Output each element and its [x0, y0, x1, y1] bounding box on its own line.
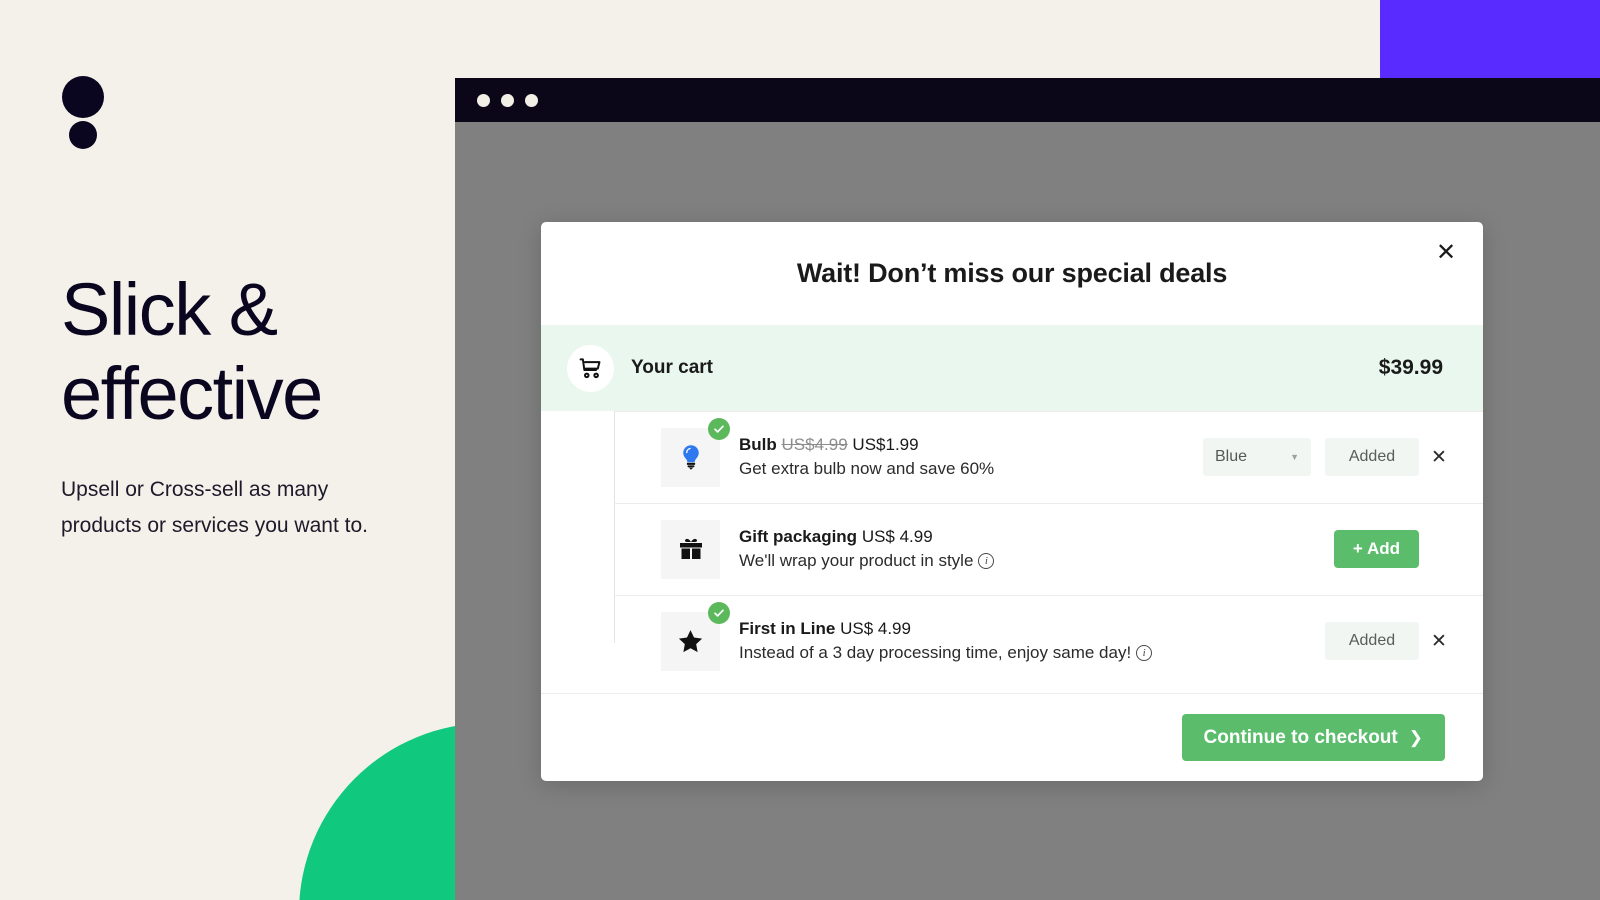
- offer-description: We'll wrap your product in style: [739, 551, 974, 570]
- row-divider: [614, 411, 1483, 412]
- page-title: Slick & effective: [61, 268, 323, 435]
- offer-description: Instead of a 3 day processing time, enjo…: [739, 643, 1132, 662]
- added-button[interactable]: Added: [1325, 622, 1419, 660]
- list-item: Gift packaging US$ 4.99 We'll wrap your …: [541, 503, 1483, 595]
- chevron-right-icon: ❯: [1408, 727, 1423, 747]
- shopping-cart-icon: [567, 344, 614, 392]
- offer-actions: + Add: [1333, 530, 1459, 568]
- variant-select[interactable]: Blue ▼: [1203, 438, 1311, 476]
- offer-details: Bulb US$4.99 US$1.99 Get extra bulb now …: [739, 433, 1203, 481]
- continue-to-checkout-button[interactable]: Continue to checkout ❯: [1181, 714, 1445, 761]
- window-minimize-icon[interactable]: [501, 93, 514, 107]
- gift-icon: [661, 519, 720, 579]
- variant-select-value: Blue: [1215, 448, 1248, 465]
- offer-old-price: US$4.99: [781, 435, 848, 454]
- upsell-modal: Wait! Don’t miss our special deals ✕ You…: [541, 222, 1483, 781]
- window-close-icon[interactable]: [477, 93, 490, 107]
- row-divider: [614, 503, 1483, 504]
- offer-actions: Blue ▼ Added ✕: [1203, 438, 1459, 476]
- decorative-purple-block: [1380, 0, 1600, 78]
- row-divider: [614, 595, 1483, 596]
- offer-details: First in Line US$ 4.99 Instead of a 3 da…: [739, 617, 1325, 665]
- window-maximize-icon[interactable]: [525, 93, 538, 107]
- offer-title-line: First in Line US$ 4.99: [739, 617, 1325, 641]
- offer-price: US$ 4.99: [840, 619, 911, 638]
- offer-description-line: Instead of a 3 day processing time, enjo…: [739, 641, 1325, 665]
- page-subcopy: Upsell or Cross-sell as many products or…: [61, 478, 368, 537]
- close-icon[interactable]: ✕: [1429, 236, 1463, 270]
- offer-description: Get extra bulb now and save 60%: [739, 459, 995, 478]
- brand-logo: [62, 76, 104, 149]
- list-item: First in Line US$ 4.99 Instead of a 3 da…: [541, 595, 1483, 687]
- offer-title-line: Bulb US$4.99 US$1.99: [739, 433, 1203, 457]
- logo-dot-large-icon: [62, 76, 104, 118]
- offer-thumbnail: [661, 519, 720, 579]
- offer-description-line: We'll wrap your product in style i: [739, 549, 1334, 573]
- offer-name: Bulb: [739, 435, 777, 454]
- browser-window: Wait! Don’t miss our special deals ✕ You…: [455, 78, 1600, 900]
- offer-description-line: Get extra bulb now and save 60%: [739, 457, 1203, 481]
- add-button[interactable]: + Add: [1333, 530, 1419, 568]
- chevron-down-icon: ▼: [1290, 452, 1299, 462]
- logo-dot-small-icon: [69, 121, 97, 149]
- added-button[interactable]: Added: [1325, 438, 1419, 476]
- modal-title: Wait! Don’t miss our special deals: [796, 258, 1228, 288]
- offers-list: Bulb US$4.99 US$1.99 Get extra bulb now …: [541, 411, 1483, 693]
- marketing-panel: Slick & effective Upsell or Cross-sell a…: [0, 0, 455, 900]
- browser-titlebar: [455, 78, 1600, 122]
- offer-price: US$1.99: [852, 435, 919, 454]
- cart-label: Your cart: [631, 357, 714, 378]
- modal-header: Wait! Don’t miss our special deals ✕: [541, 222, 1483, 325]
- added-check-icon: [708, 601, 730, 624]
- remove-icon[interactable]: ✕: [1419, 438, 1459, 476]
- offer-title-line: Gift packaging US$ 4.99: [739, 525, 1334, 549]
- offer-thumbnail: [661, 417, 730, 487]
- remove-icon[interactable]: ✕: [1419, 622, 1459, 660]
- offer-name: First in Line: [739, 619, 836, 638]
- offer-thumbnail: [661, 601, 730, 671]
- offer-details: Gift packaging US$ 4.99 We'll wrap your …: [739, 525, 1334, 573]
- offer-price: US$ 4.99: [861, 527, 933, 546]
- list-item: Bulb US$4.99 US$1.99 Get extra bulb now …: [541, 411, 1483, 503]
- decorative-green-circle: [299, 723, 455, 900]
- info-icon[interactable]: i: [1136, 645, 1153, 661]
- browser-viewport-overlay: Wait! Don’t miss our special deals ✕ You…: [455, 122, 1600, 900]
- cart-total: $39.99: [1378, 356, 1443, 379]
- offer-name: Gift packaging: [739, 527, 858, 546]
- info-icon[interactable]: i: [978, 553, 995, 569]
- cart-summary-bar: Your cart $39.99: [541, 325, 1483, 411]
- modal-footer: Continue to checkout ❯: [541, 693, 1483, 781]
- checkout-button-label: Continue to checkout: [1203, 726, 1398, 748]
- offer-actions: Added ✕: [1325, 622, 1459, 660]
- added-check-icon: [708, 417, 730, 440]
